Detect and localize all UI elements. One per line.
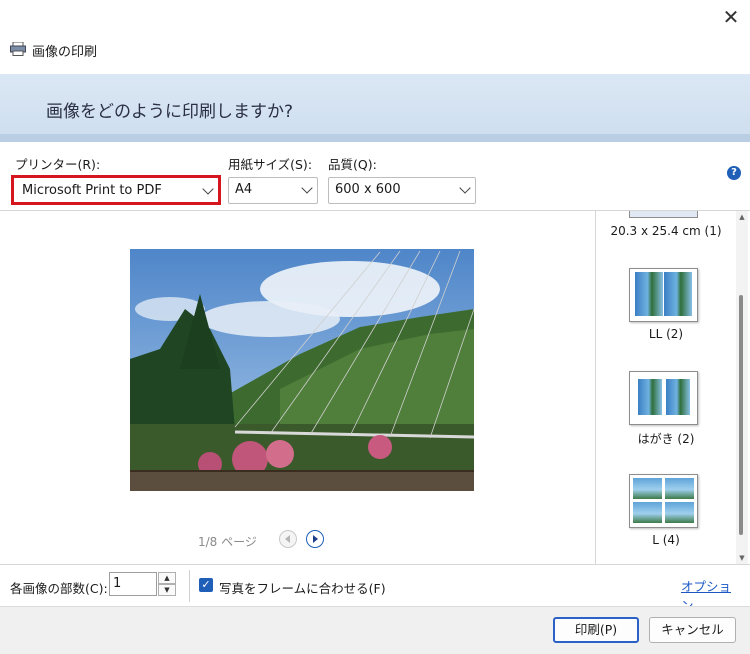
increment-icon[interactable]: ▲ — [158, 572, 176, 584]
scroll-down-icon[interactable]: ▼ — [738, 555, 746, 562]
divider — [0, 564, 750, 565]
paper-size-value: A4 — [235, 182, 253, 197]
scroll-up-icon[interactable]: ▲ — [738, 214, 746, 221]
divider — [189, 570, 190, 602]
quality-value: 600 x 600 — [335, 182, 401, 197]
fit-frame-label[interactable]: 写真をフレームに合わせる(F) — [219, 578, 386, 597]
layout-thumb-hagaki[interactable] — [629, 371, 698, 425]
quality-select[interactable]: 600 x 600 — [328, 177, 476, 204]
chevron-down-icon — [459, 182, 471, 194]
paper-size-select[interactable]: A4 — [228, 177, 318, 204]
layout-thumb-ll[interactable] — [629, 268, 698, 322]
layout-thumb-l[interactable] — [629, 474, 698, 528]
window-title: 画像の印刷 — [32, 45, 98, 60]
printer-highlight-box — [11, 175, 221, 205]
paper-size-label: 用紙サイズ(S): — [228, 157, 313, 172]
layout-label: LL (2) — [648, 327, 684, 341]
decrement-icon[interactable]: ▼ — [158, 584, 176, 596]
page-title: 画像をどのように印刷しますか? — [46, 102, 294, 122]
print-pictures-dialog: ✕ 画像の印刷 画像をどのように印刷しますか? プリンター(R): Micros… — [0, 0, 750, 654]
preview-photo — [130, 249, 474, 491]
close-icon[interactable]: ✕ — [716, 2, 746, 32]
layout-thumb-20x25[interactable] — [629, 211, 698, 218]
layout-label: はがき (2) — [637, 432, 695, 446]
next-page-icon[interactable] — [306, 530, 324, 548]
scrollbar-thumb[interactable] — [739, 295, 743, 535]
quality-label: 品質(Q): — [328, 157, 377, 172]
print-button[interactable]: 印刷(P) — [553, 617, 639, 643]
banner-divider — [0, 134, 750, 142]
copies-input[interactable]: 1 — [109, 572, 157, 596]
page-indicator: 1/8 ページ — [198, 535, 257, 549]
cancel-button[interactable]: キャンセル — [649, 617, 736, 643]
help-icon[interactable]: ? — [727, 166, 741, 180]
prev-page-icon[interactable] — [279, 530, 297, 548]
chevron-down-icon — [301, 182, 313, 194]
checkmark-icon[interactable]: ✓ — [199, 578, 213, 592]
printer-label: プリンター(R): — [15, 157, 101, 172]
copies-label: 各画像の部数(C): — [10, 581, 108, 596]
layout-label: L (4) — [652, 533, 680, 547]
printer-icon — [10, 42, 26, 56]
title-bar — [0, 0, 750, 74]
layout-label: 20.3 x 25.4 cm (1) — [610, 224, 722, 238]
